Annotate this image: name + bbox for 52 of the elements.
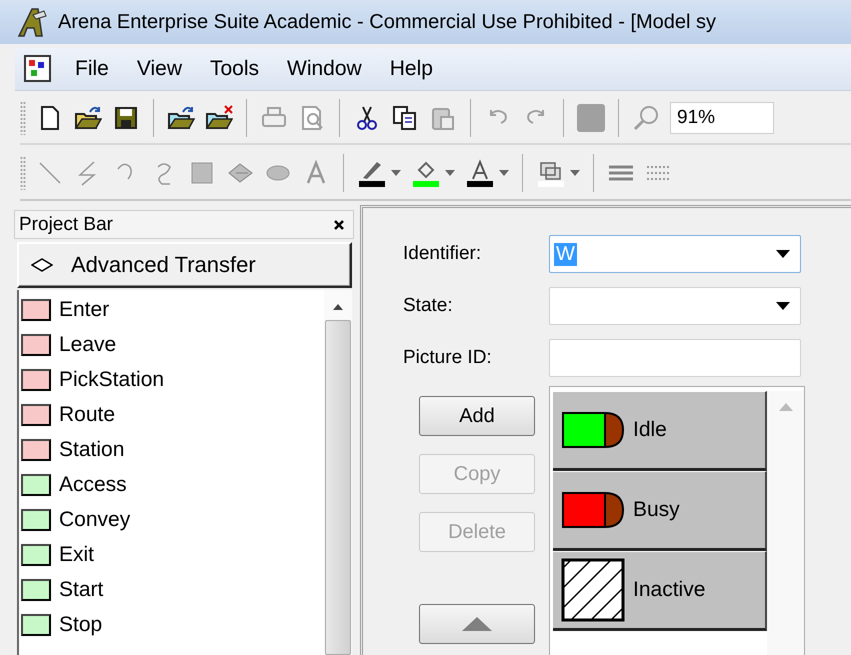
picture-item[interactable]: Busy xyxy=(553,471,767,551)
text-color-button[interactable] xyxy=(465,158,509,188)
scrollbar[interactable] xyxy=(324,290,352,655)
save-icon[interactable] xyxy=(112,104,140,132)
machine-icon xyxy=(561,411,625,449)
hatched-square-icon xyxy=(561,558,625,622)
module-item[interactable]: Leave xyxy=(19,327,324,362)
field-label: State: xyxy=(403,295,454,317)
close-icon[interactable] xyxy=(333,218,345,230)
diamond-icon xyxy=(31,258,53,272)
picture-item[interactable]: Idle xyxy=(553,391,767,471)
module-item[interactable]: Stop xyxy=(19,607,324,642)
window-title: Arena Enterprise Suite Academic - Commercial Use Prohibited - [Model sy xyxy=(58,10,716,34)
field-label: Picture ID: xyxy=(403,347,493,369)
open-folder-icon[interactable] xyxy=(74,104,102,132)
module-item[interactable]: Station xyxy=(19,432,324,467)
menu-item[interactable]: Tools xyxy=(208,57,262,81)
folder-cross-icon[interactable] xyxy=(205,104,233,132)
copy-icon[interactable] xyxy=(391,104,419,132)
menu-item[interactable]: Window xyxy=(285,57,364,81)
document-icon[interactable] xyxy=(23,54,53,84)
panel-tab[interactable]: Advanced Transfer xyxy=(17,242,352,288)
caret-icon[interactable] xyxy=(570,170,580,176)
dropdown-field[interactable] xyxy=(549,287,801,325)
triangle-icon xyxy=(462,617,492,631)
dropdown-arrow-icon[interactable] xyxy=(776,250,790,258)
machine-icon xyxy=(561,491,625,529)
module-item[interactable]: PickStation xyxy=(19,362,324,397)
module-item[interactable]: Exit xyxy=(19,537,324,572)
module-item[interactable]: Access xyxy=(19,467,324,502)
letter-icon[interactable] xyxy=(465,158,495,188)
picture-item[interactable]: Inactive xyxy=(553,551,767,631)
scroll-up-icon[interactable] xyxy=(333,304,343,310)
field-label: Identifier: xyxy=(403,243,482,265)
caret-icon[interactable] xyxy=(445,170,455,176)
zoom-field[interactable]: 91% xyxy=(670,102,774,134)
module-item[interactable]: Start xyxy=(19,572,324,607)
move-up-button[interactable] xyxy=(419,604,535,644)
folder-arrow-icon[interactable] xyxy=(167,104,195,132)
panel-title: Project Bar xyxy=(19,214,113,236)
menu-item[interactable]: View xyxy=(134,57,184,81)
module-item[interactable]: Route xyxy=(19,397,324,432)
action-button[interactable]: Add xyxy=(419,396,535,436)
input-field[interactable] xyxy=(549,339,801,377)
menu-item[interactable]: File xyxy=(73,57,111,81)
app-logo-icon xyxy=(16,6,48,38)
module-item[interactable]: Enter xyxy=(19,292,324,327)
caret-icon[interactable] xyxy=(391,170,401,176)
module-item[interactable]: Convey xyxy=(19,502,324,537)
caret-icon[interactable] xyxy=(499,170,509,176)
dropdown-arrow-icon[interactable] xyxy=(776,302,790,310)
menu-item[interactable]: Help xyxy=(388,57,435,81)
